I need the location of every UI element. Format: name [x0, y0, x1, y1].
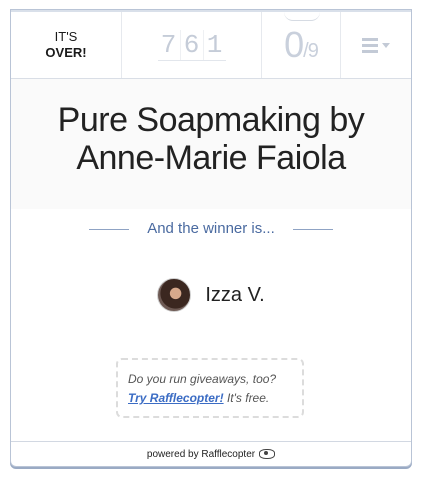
promo-suffix: It's free.	[226, 391, 270, 405]
giveaway-title: Pure Soapmaking by Anne-Marie Faiola	[57, 101, 365, 177]
entries-digit: 7	[160, 29, 177, 60]
title-area: Pure Soapmaking by Anne-Marie Faiola	[11, 79, 411, 209]
promo-line2: Try Rafflecopter! It's free.	[128, 389, 292, 408]
chevron-down-icon	[382, 42, 390, 48]
my-entries-value: 0/9	[284, 24, 319, 66]
try-rafflecopter-link[interactable]: Try Rafflecopter!	[128, 391, 224, 405]
my-entries-arc	[284, 12, 320, 21]
entries-digit: 6	[179, 29, 203, 60]
stats-bar: IT'S OVER! 7 6 1 0/9	[11, 12, 411, 79]
status-line2: OVER!	[45, 45, 87, 60]
promo-box: Do you run giveaways, too? Try Rafflecop…	[116, 358, 304, 418]
rafflecopter-logo-icon	[259, 449, 276, 459]
status-line1: IT'S	[54, 29, 78, 44]
hamburger-menu-icon	[362, 35, 390, 56]
entries-digit: 1	[202, 29, 226, 60]
my-entries-cell: 0/9	[262, 12, 341, 78]
menu-button[interactable]	[341, 12, 411, 78]
avatar	[157, 278, 192, 312]
rafflecopter-widget: IT'S OVER! 7 6 1 0/9 Pure Soapmaking by …	[10, 9, 412, 467]
divider-right	[292, 228, 333, 230]
entries-counter: 7 6 1	[157, 29, 226, 61]
powered-by-text: powered by Rafflecopter	[146, 448, 256, 460]
divider-left	[89, 228, 130, 230]
status-cell: IT'S OVER!	[11, 12, 122, 78]
winner-heading: And the winner is...	[11, 220, 411, 237]
my-entries-count: 0	[284, 24, 304, 65]
promo-question: Do you run giveaways, too?	[128, 372, 277, 386]
footer[interactable]: powered by Rafflecopter	[11, 441, 411, 466]
winner-name: Izza V.	[205, 283, 265, 306]
total-entries-cell: 7 6 1	[122, 12, 262, 78]
my-entries-total: /9	[303, 40, 319, 62]
winner-heading-text: And the winner is...	[147, 220, 275, 237]
winner-row: Izza V.	[11, 278, 411, 312]
